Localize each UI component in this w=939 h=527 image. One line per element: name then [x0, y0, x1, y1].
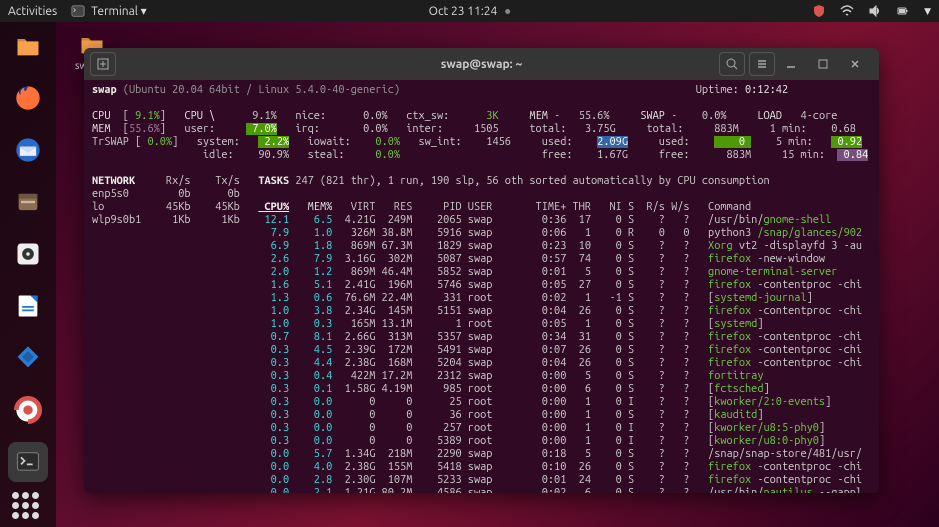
gnome-top-bar: Activities Terminal ▾ Oct 23 11:24 ▼ [0, 0, 939, 22]
maximize-button[interactable] [811, 52, 835, 76]
wifi-icon[interactable] [840, 4, 854, 18]
window-titlebar[interactable]: swap@swap: ~ [84, 48, 879, 80]
terminal-menu[interactable]: Terminal ▾ [71, 4, 146, 18]
search-button[interactable] [719, 52, 745, 76]
rhythmbox-icon[interactable] [8, 234, 48, 274]
clock[interactable]: Oct 23 11:24 [429, 5, 498, 18]
shield-icon[interactable] [812, 4, 826, 18]
battery-icon[interactable] [896, 4, 910, 18]
files-icon[interactable] [8, 182, 48, 222]
minimize-button[interactable] [779, 52, 803, 76]
home-folder-icon[interactable] [8, 26, 48, 66]
terminal-small-icon [71, 4, 85, 18]
firefox-icon[interactable] [8, 78, 48, 118]
terminal-output[interactable]: swap (Ubuntu 20.04 64bit / Linux 5.4.0-4… [84, 80, 879, 493]
sound-icon[interactable] [868, 4, 882, 18]
window-title: swap@swap: ~ [441, 58, 523, 71]
chevron-down-icon[interactable]: ▼ [924, 6, 931, 17]
new-tab-button[interactable] [90, 52, 116, 76]
thunderbird-icon[interactable] [8, 130, 48, 170]
terminal-window: swap@swap: ~ swap (Ubuntu 20.04 64bit / … [84, 48, 879, 493]
hamburger-menu-button[interactable] [749, 52, 775, 76]
terminal-app-icon[interactable] [8, 442, 48, 482]
close-button[interactable] [843, 52, 867, 76]
launcher-dock [0, 22, 56, 527]
show-applications-icon[interactable] [12, 492, 39, 519]
activities-button[interactable]: Activities [8, 5, 57, 18]
forticlient-icon[interactable] [8, 338, 48, 378]
notification-dot-icon [505, 9, 510, 14]
libreoffice-writer-icon[interactable] [8, 286, 48, 326]
help-icon[interactable] [8, 390, 48, 430]
